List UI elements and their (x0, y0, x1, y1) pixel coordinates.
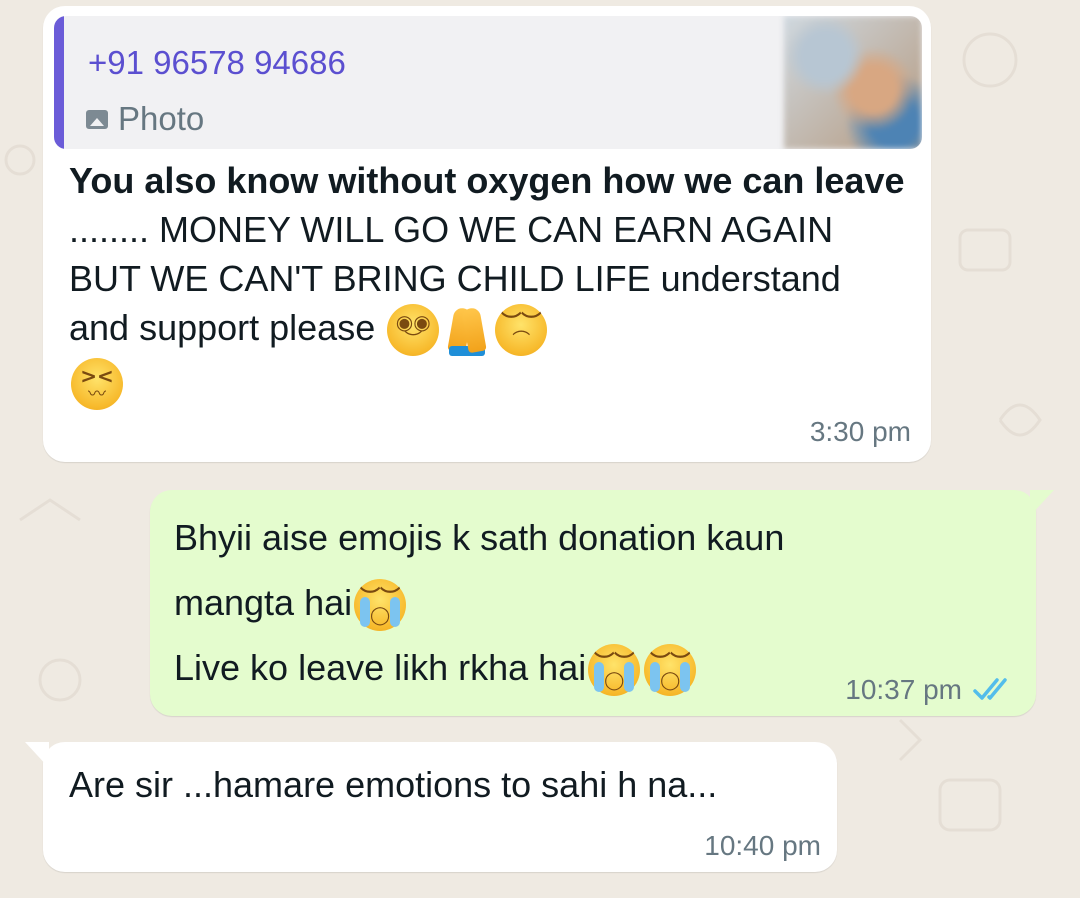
message-timestamp: 10:40 pm (704, 830, 821, 861)
quote-accent-bar (54, 16, 64, 149)
message-line-2: mangta hai (174, 582, 353, 623)
message-line-1: Bhyii aise emojis k sath donation kaun (174, 517, 785, 558)
loudly-crying-face-emoji: ︶︶ ◯ (644, 644, 697, 697)
message-timestamp: 3:30 pm (809, 416, 911, 447)
quoted-type-label: Photo (118, 100, 205, 137)
double-check-read-icon (973, 678, 1007, 700)
folded-hands-emoji (445, 304, 489, 357)
confounded-face-emoji: >< 〰 (71, 357, 123, 410)
bubble-tail (25, 742, 49, 768)
quoted-sender: +91 96578 94686 (88, 44, 346, 81)
message-text: Are sir ...hamare emotions to sahi h na.… (69, 764, 718, 805)
quoted-photo-thumbnail[interactable] (784, 16, 922, 149)
message-text: You also know without oxygen how we can … (69, 156, 909, 410)
pensive-face-emoji: ︶︶ ⌒ (495, 304, 548, 357)
message-text: Bhyii aise emojis k sath donation kaun m… (174, 505, 934, 700)
message-bold-text: You also know without oxygen how we can … (69, 160, 905, 201)
photo-icon (86, 109, 108, 129)
incoming-message-bubble[interactable]: +91 96578 94686 Photo You also know with… (43, 6, 931, 462)
message-timestamp: 10:37 pm (845, 674, 962, 705)
loudly-crying-face-emoji: ︶︶ ◯ (588, 644, 641, 697)
loudly-crying-face-emoji: ︶︶ ◯ (354, 579, 407, 632)
pleading-face-emoji: ◉◉ ︶ (387, 304, 440, 357)
quoted-type: Photo (86, 100, 204, 138)
message-line-3: Live ko leave likh rkha hai (174, 647, 587, 688)
incoming-message-bubble[interactable]: Are sir ...hamare emotions to sahi h na.… (25, 742, 837, 872)
outgoing-message-bubble[interactable]: Bhyii aise emojis k sath donation kaun m… (150, 490, 1054, 716)
bubble-tail (1030, 490, 1054, 516)
quoted-message[interactable]: +91 96578 94686 Photo (54, 16, 922, 149)
